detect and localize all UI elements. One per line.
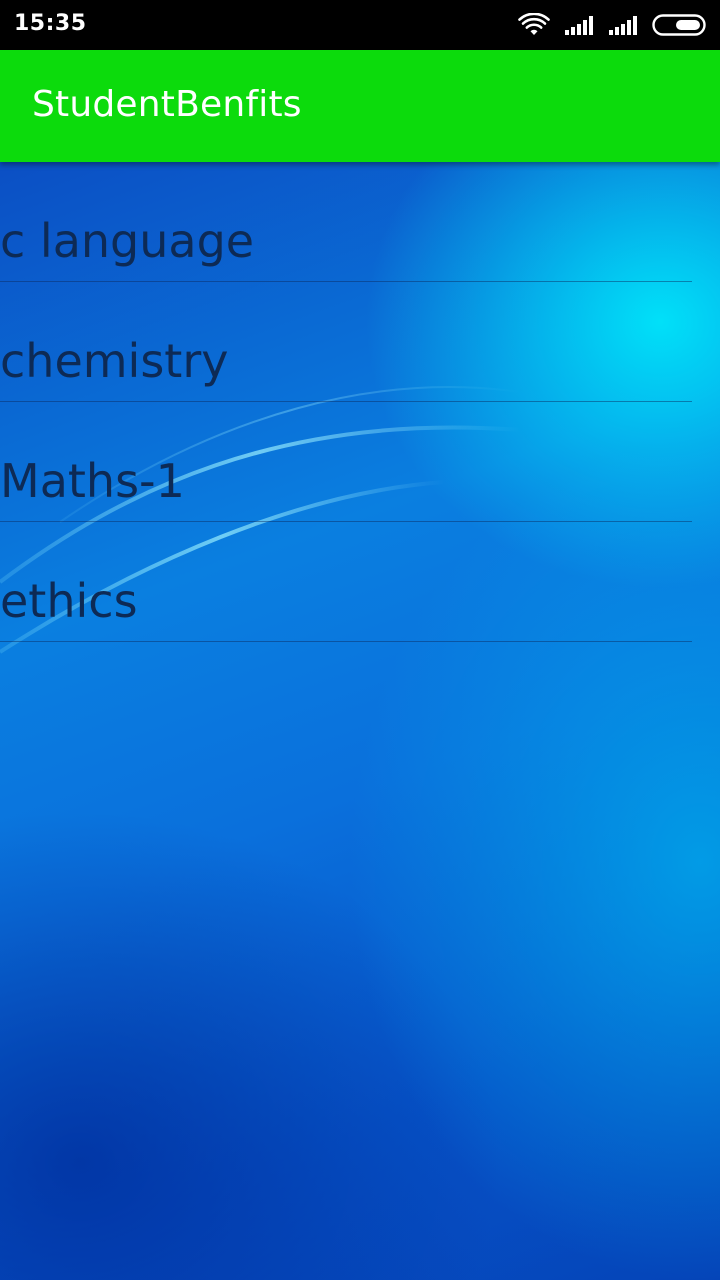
wifi-icon (518, 13, 550, 37)
screen: 15:35 StudentBenfits c language chemistr… (0, 0, 720, 1280)
list-item-label: ethics (0, 574, 138, 628)
app-title: StudentBenfits (32, 84, 302, 125)
list-item-label: c language (0, 214, 255, 268)
status-bar: 15:35 (0, 0, 720, 50)
list-item-label: Maths-1 (0, 454, 185, 508)
signal-icon (564, 14, 594, 36)
status-icons (518, 12, 708, 38)
list-item[interactable]: chemistry (0, 282, 692, 402)
battery-icon (652, 13, 708, 37)
signal-icon (608, 14, 638, 36)
list-item-label: chemistry (0, 334, 229, 388)
list-item[interactable]: c language (0, 162, 692, 282)
list-item[interactable]: ethics (0, 522, 692, 642)
app-bar: StudentBenfits (0, 50, 720, 162)
subject-list: c language chemistry Maths-1 ethics (0, 162, 692, 642)
status-time: 15:35 (14, 11, 87, 36)
list-item[interactable]: Maths-1 (0, 402, 692, 522)
